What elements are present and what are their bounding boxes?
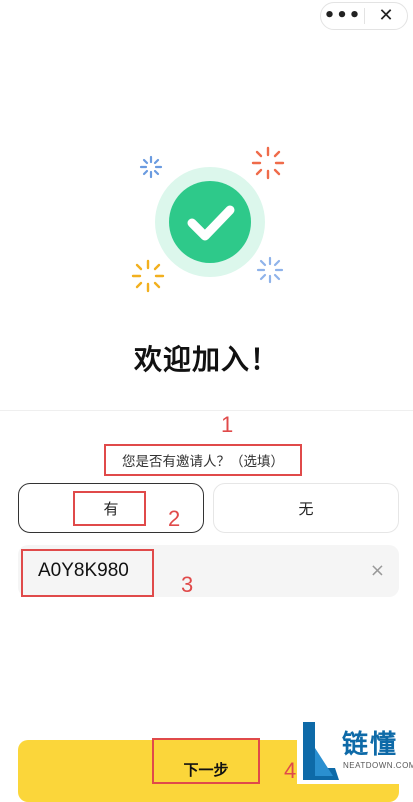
annotation-box-1 (104, 444, 302, 476)
annotation-number-2: 2 (168, 506, 181, 531)
option-no-button[interactable]: 无 (213, 483, 399, 533)
watermark-l-icon (303, 722, 339, 780)
annotation-box-2 (73, 491, 146, 526)
sparkle-yellow-icon (131, 259, 165, 293)
sparkle-lightblue-icon (256, 256, 284, 284)
sparkle-red-icon (251, 146, 285, 180)
check-circle-icon (169, 181, 251, 263)
miniapp-capsule: ••• ✕ (320, 2, 408, 30)
success-illustration (131, 146, 285, 293)
annotation-box-3 (21, 549, 154, 597)
sparkle-blue-icon (139, 155, 163, 179)
close-icon[interactable]: ✕ (365, 3, 407, 29)
annotation-box-4 (152, 738, 260, 784)
welcome-title: 欢迎加入！ (133, 343, 279, 376)
annotation-number-4: 4 (284, 758, 297, 783)
annotation-number-1: 1 (221, 412, 234, 437)
option-no-label: 无 (298, 499, 314, 518)
section-divider (0, 410, 413, 411)
watermark-site: NEATDOWN.COM (343, 761, 413, 770)
clear-input-icon[interactable]: × (370, 545, 385, 597)
annotation-number-3: 3 (181, 572, 194, 597)
watermark-brand: 链懂 (342, 730, 399, 760)
more-options-icon[interactable]: ••• (321, 3, 364, 29)
watermark-logo: 链懂 NEATDOWN.COM (297, 718, 413, 784)
